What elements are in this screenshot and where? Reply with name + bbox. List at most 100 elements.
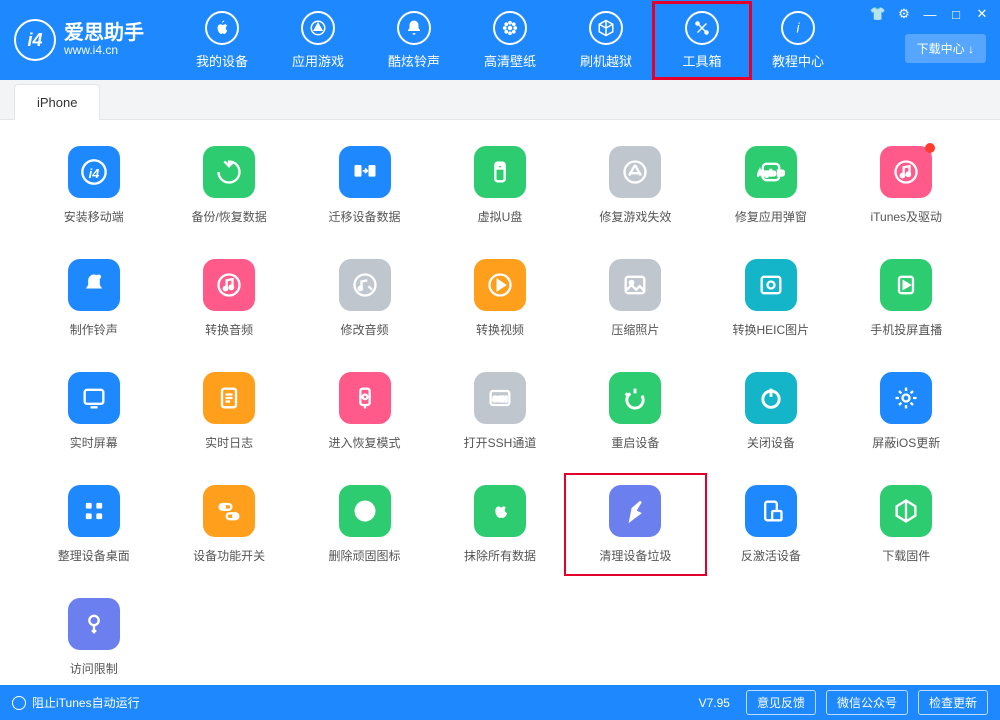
shirt-icon[interactable]: 👕 <box>870 6 886 22</box>
nav-label: 刷机越狱 <box>580 51 632 70</box>
grid-icon <box>68 485 120 537</box>
flower-icon <box>493 11 527 45</box>
ssh-icon: SSH <box>474 372 526 424</box>
tool-block-update[interactable]: 屏蔽iOS更新 <box>843 368 970 455</box>
heic-icon <box>745 259 797 311</box>
tool-virtual-usb[interactable]: 虚拟U盘 <box>436 142 563 229</box>
tool-label: 抹除所有数据 <box>464 547 536 564</box>
tool-backup-restore[interactable]: 备份/恢复数据 <box>165 142 292 229</box>
deactivate-icon <box>745 485 797 537</box>
device-tabs: iPhone <box>0 80 1000 120</box>
nav-label: 酷炫铃声 <box>388 51 440 70</box>
tool-label: 修复应用弹窗 <box>735 208 807 225</box>
tool-recovery-mode[interactable]: 进入恢复模式 <box>301 368 428 455</box>
svg-text:Apple ID: Apple ID <box>757 171 784 178</box>
svg-text:SSH: SSH <box>493 397 507 404</box>
nav-wallpaper[interactable]: 高清壁纸 <box>462 3 558 78</box>
app-url: www.i4.cn <box>64 44 144 57</box>
tool-compress-photo[interactable]: 压缩照片 <box>572 255 699 342</box>
tool-label: 转换HEIC图片 <box>733 321 810 338</box>
logo[interactable]: i4 爱思助手 www.i4.cn <box>14 19 144 61</box>
tool-label: 进入恢复模式 <box>329 434 401 451</box>
tool-organize-home[interactable]: 整理设备桌面 <box>30 481 157 568</box>
tool-label: 转换音频 <box>205 321 253 338</box>
tool-clean-junk[interactable]: 清理设备垃圾 <box>572 481 699 568</box>
settings-icon[interactable]: ⚙ <box>896 6 912 22</box>
toggles-icon <box>203 485 255 537</box>
tool-restart[interactable]: 重启设备 <box>572 368 699 455</box>
tool-convert-heic[interactable]: 转换HEIC图片 <box>707 255 834 342</box>
radio-off-icon <box>12 696 26 710</box>
tool-label: 删除顽固图标 <box>329 547 401 564</box>
wechat-button[interactable]: 微信公众号 <box>826 690 908 715</box>
gear-icon <box>880 372 932 424</box>
check-update-button[interactable]: 检查更新 <box>918 690 988 715</box>
minimize-icon[interactable]: ― <box>922 6 938 22</box>
log-icon <box>203 372 255 424</box>
header: i4 爱思助手 www.i4.cn 我的设备应用游戏 酷炫铃声 高清壁纸刷机越狱 工具… <box>0 0 1000 80</box>
tool-realtime-screen[interactable]: 实时屏幕 <box>30 368 157 455</box>
close-icon[interactable]: ✕ <box>974 6 990 22</box>
apple-icon <box>205 11 239 45</box>
migrate-icon <box>339 146 391 198</box>
feedback-button[interactable]: 意见反馈 <box>746 690 816 715</box>
tool-make-ringtone[interactable]: 制作铃声 <box>30 255 157 342</box>
tool-deactivate[interactable]: 反激活设备 <box>707 481 834 568</box>
restart-icon <box>609 372 661 424</box>
tool-label: 设备功能开关 <box>193 547 265 564</box>
tool-download-firmware[interactable]: 下载固件 <box>843 481 970 568</box>
nav-device[interactable]: 我的设备 <box>174 3 270 78</box>
tool-migrate[interactable]: 迁移设备数据 <box>301 142 428 229</box>
tool-label: 虚拟U盘 <box>478 208 523 225</box>
tool-install-mobile[interactable]: i4安装移动端 <box>30 142 157 229</box>
nav-tutorial[interactable]: i教程中心 <box>750 3 846 78</box>
tools-icon <box>685 11 719 45</box>
tool-fix-game[interactable]: 修复游戏失效 <box>572 142 699 229</box>
tab-iphone[interactable]: iPhone <box>14 84 100 120</box>
nav-label: 工具箱 <box>682 51 721 70</box>
nav-toolbox[interactable]: 工具箱 <box>654 3 750 78</box>
i4-icon: i4 <box>68 146 120 198</box>
tool-edit-audio[interactable]: 修改音频 <box>301 255 428 342</box>
tool-label: 手机投屏直播 <box>870 321 942 338</box>
appleid-icon: Apple ID <box>745 146 797 198</box>
tool-label: 修复游戏失效 <box>599 208 671 225</box>
svg-text:i: i <box>797 20 801 35</box>
clean-icon <box>609 485 661 537</box>
tool-access-limit[interactable]: 访问限制 <box>30 594 157 681</box>
nav-ringtone[interactable]: 酷炫铃声 <box>366 3 462 78</box>
info-icon: i <box>781 11 815 45</box>
pie-icon <box>339 485 391 537</box>
maximize-icon[interactable]: □ <box>948 6 964 22</box>
tool-label: 修改音频 <box>341 321 389 338</box>
nav-flash[interactable]: 刷机越狱 <box>558 3 654 78</box>
tool-fix-popup[interactable]: Apple ID 修复应用弹窗 <box>707 142 834 229</box>
tool-label: 关闭设备 <box>747 434 795 451</box>
tool-ssh[interactable]: SSH打开SSH通道 <box>436 368 563 455</box>
bell2-icon <box>68 259 120 311</box>
tool-delete-icon[interactable]: 删除顽固图标 <box>301 481 428 568</box>
store-icon <box>301 11 335 45</box>
window-controls: 👕 ⚙ ― □ ✕ <box>870 6 990 22</box>
app-name: 爱思助手 <box>64 22 144 44</box>
version-label: V7.95 <box>699 696 730 710</box>
key-icon <box>68 598 120 650</box>
audioedit-icon <box>339 259 391 311</box>
nav-label: 应用游戏 <box>292 51 344 70</box>
tool-screen-cast[interactable]: 手机投屏直播 <box>843 255 970 342</box>
tool-label: 备份/恢复数据 <box>191 208 266 225</box>
tool-label: 反激活设备 <box>741 547 801 564</box>
screen-icon <box>68 372 120 424</box>
tool-realtime-log[interactable]: 实时日志 <box>165 368 292 455</box>
tool-erase-all[interactable]: 抹除所有数据 <box>436 481 563 568</box>
tool-feature-switch[interactable]: 设备功能开关 <box>165 481 292 568</box>
download-center-button[interactable]: 下载中心 ↓ <box>905 34 986 63</box>
stop-itunes-toggle[interactable]: 阻止iTunes自动运行 <box>12 694 140 711</box>
nav-apps[interactable]: 应用游戏 <box>270 3 366 78</box>
tool-label: 转换视频 <box>476 321 524 338</box>
tool-convert-video[interactable]: 转换视频 <box>436 255 563 342</box>
tool-convert-audio[interactable]: 转换音频 <box>165 255 292 342</box>
tool-shutdown[interactable]: 关闭设备 <box>707 368 834 455</box>
tool-label: 访问限制 <box>70 660 118 677</box>
tool-itunes-driver[interactable]: iTunes及驱动 <box>843 142 970 229</box>
